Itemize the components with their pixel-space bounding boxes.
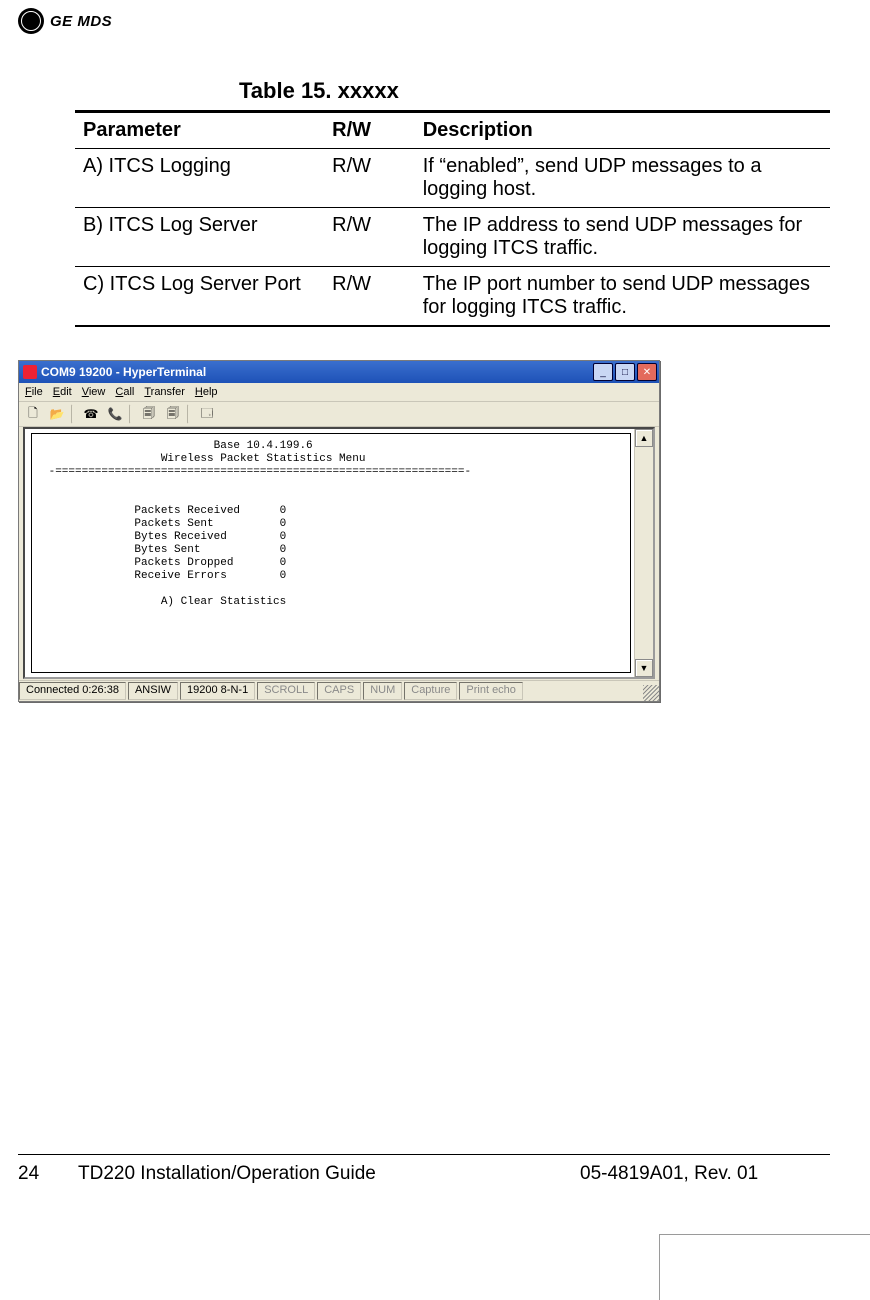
table-row: A) ITCS Logging R/W If “enabled”, send U… xyxy=(75,149,830,208)
separator-icon xyxy=(187,404,193,424)
toolbar: 🗋 📂 ☎ 📞 🗐 🗐 🗔 xyxy=(19,402,659,427)
maximize-button[interactable]: □ xyxy=(615,363,635,381)
cell-rw: R/W xyxy=(324,267,415,327)
cell-param: B) ITCS Log Server xyxy=(75,208,324,267)
menu-help[interactable]: Help xyxy=(195,386,218,398)
brand-logo: GE MDS xyxy=(18,8,112,34)
status-scroll: SCROLL xyxy=(257,682,315,700)
status-capture: Capture xyxy=(404,682,457,700)
page-footer: 24 TD220 Installation/Operation Guide 05… xyxy=(18,1163,830,1185)
scroll-down-button[interactable]: ▼ xyxy=(635,659,653,677)
cell-param: C) ITCS Log Server Port xyxy=(75,267,324,327)
properties-icon[interactable]: 🗔 xyxy=(197,404,217,424)
cell-desc: The IP port number to send UDP messages … xyxy=(415,267,830,327)
scroll-up-button[interactable]: ▲ xyxy=(635,429,653,447)
cell-param: A) ITCS Logging xyxy=(75,149,324,208)
menu-file[interactable]: File xyxy=(25,386,43,398)
cell-rw: R/W xyxy=(324,208,415,267)
cell-rw: R/W xyxy=(324,149,415,208)
terminal-area: Base 10.4.199.6 Wireless Packet Statisti… xyxy=(23,427,655,679)
scan-corner-box xyxy=(659,1234,870,1300)
status-num: NUM xyxy=(363,682,402,700)
footer-title: TD220 Installation/Operation Guide xyxy=(78,1163,580,1185)
window-titlebar[interactable]: COM9 19200 - HyperTerminal _ □ ✕ xyxy=(19,361,659,383)
window-title: COM9 19200 - HyperTerminal xyxy=(41,365,206,379)
statusbar: Connected 0:26:38 ANSIW 19200 8-N-1 SCRO… xyxy=(19,680,659,701)
th-parameter: Parameter xyxy=(75,112,324,149)
table-row: B) ITCS Log Server R/W The IP address to… xyxy=(75,208,830,267)
app-icon xyxy=(23,365,37,379)
footer-rule xyxy=(18,1154,830,1155)
minimize-button[interactable]: _ xyxy=(593,363,613,381)
status-caps: CAPS xyxy=(317,682,361,700)
status-printecho: Print echo xyxy=(459,682,523,700)
table-row: C) ITCS Log Server Port R/W The IP port … xyxy=(75,267,830,327)
vertical-scrollbar[interactable]: ▲ ▼ xyxy=(634,429,653,677)
receive-icon[interactable]: 🗐 xyxy=(163,404,183,424)
call-icon[interactable]: ☎ xyxy=(81,404,101,424)
hyperterminal-window: COM9 19200 - HyperTerminal _ □ ✕ File Ed… xyxy=(18,360,660,702)
open-icon[interactable]: 📂 xyxy=(47,404,67,424)
table-caption: Table 15. xxxxx xyxy=(239,78,830,104)
close-button[interactable]: ✕ xyxy=(637,363,657,381)
separator-icon xyxy=(71,404,77,424)
separator-icon xyxy=(129,404,135,424)
footer-revision: 05-4819A01, Rev. 01 xyxy=(580,1163,830,1185)
menu-view[interactable]: View xyxy=(82,386,106,398)
hangup-icon[interactable]: 📞 xyxy=(105,404,125,424)
status-emulation: ANSIW xyxy=(128,682,178,700)
cell-desc: The IP address to send UDP messages for … xyxy=(415,208,830,267)
status-settings: 19200 8-N-1 xyxy=(180,682,255,700)
new-icon[interactable]: 🗋 xyxy=(23,404,43,424)
menu-edit[interactable]: Edit xyxy=(53,386,72,398)
resize-grip-icon[interactable] xyxy=(643,685,659,701)
th-description: Description xyxy=(415,112,830,149)
cell-desc: If “enabled”, send UDP messages to a log… xyxy=(415,149,830,208)
brand-text: GE MDS xyxy=(50,13,112,30)
menu-transfer[interactable]: Transfer xyxy=(144,386,185,398)
send-icon[interactable]: 🗐 xyxy=(139,404,159,424)
th-rw: R/W xyxy=(324,112,415,149)
status-connected: Connected 0:26:38 xyxy=(19,682,126,700)
menubar: File Edit View Call Transfer Help xyxy=(19,383,659,402)
parameter-table: Parameter R/W Description A) ITCS Loggin… xyxy=(75,110,830,327)
terminal-output[interactable]: Base 10.4.199.6 Wireless Packet Statisti… xyxy=(31,433,631,673)
ge-roundel-icon xyxy=(18,8,44,34)
page-number: 24 xyxy=(18,1163,78,1185)
menu-call[interactable]: Call xyxy=(115,386,134,398)
